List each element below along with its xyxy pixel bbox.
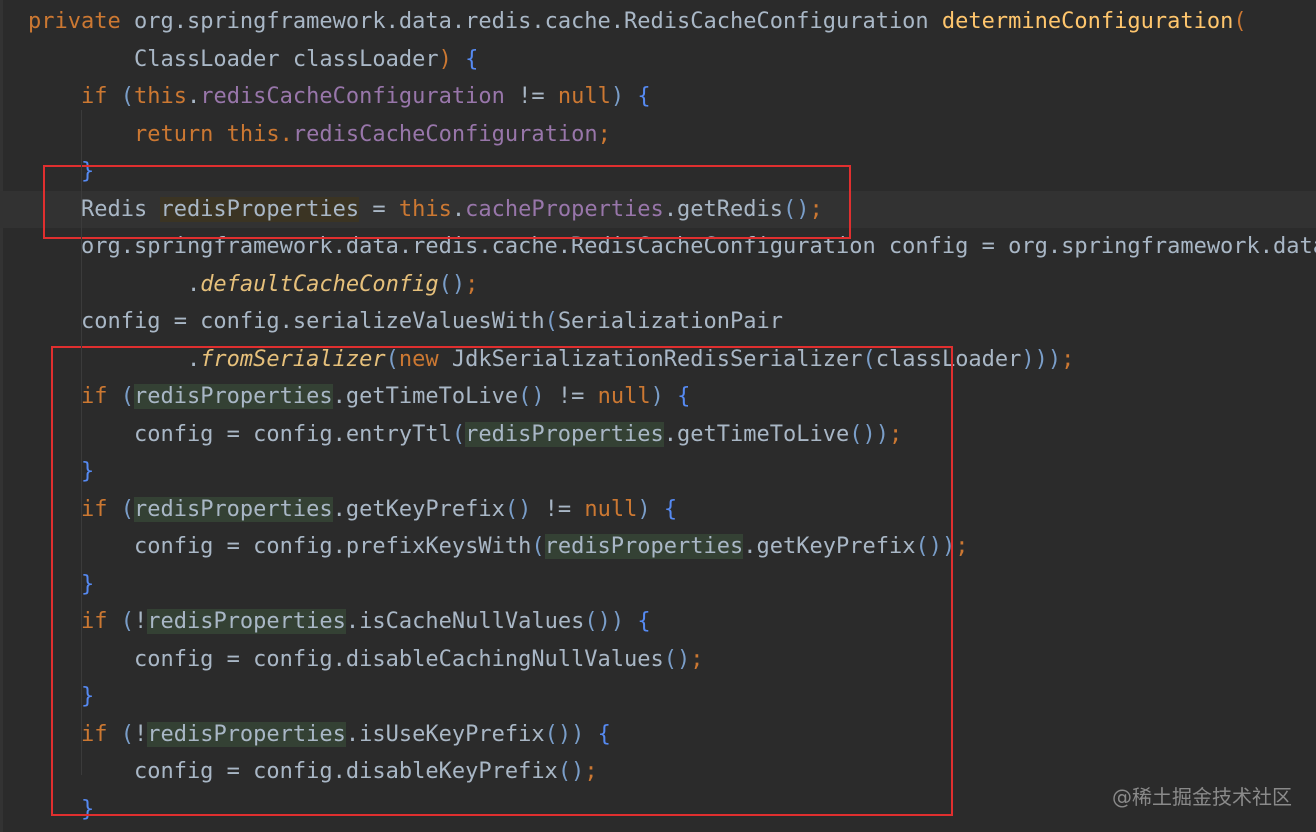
code-editor[interactable]: private org.springframework.data.redis.c…	[0, 0, 1316, 832]
code-token: config = config.serializeValuesWith	[28, 309, 545, 334]
code-token: this	[133, 84, 187, 109]
code-token: SerializationPair	[557, 309, 783, 334]
indent-guide	[81, 110, 82, 775]
code-token: (	[120, 84, 134, 109]
code-line[interactable]: ClassLoader classLoader) {	[0, 41, 1316, 79]
code-token: determineConfiguration	[941, 9, 1234, 34]
code-token: .	[279, 121, 293, 147]
code-token: {	[637, 84, 651, 109]
code-token: redisCacheConfiguration	[292, 121, 598, 147]
code-token: ClassLoader classLoader	[28, 46, 439, 72]
code-token: org.springframework.data.redis.cache.Red…	[133, 9, 942, 34]
code-token: (	[1233, 9, 1247, 34]
code-token: .	[28, 271, 201, 297]
code-token: return this	[28, 121, 280, 147]
code-token: if	[28, 84, 121, 109]
code-token: )	[610, 84, 638, 109]
code-line[interactable]: return this.redisCacheConfiguration;	[0, 116, 1316, 154]
code-token: ()	[438, 271, 466, 297]
code-line[interactable]: private org.springframework.data.redis.c…	[0, 3, 1316, 41]
code-token: )))	[1021, 346, 1062, 372]
code-line[interactable]: if (this.redisCacheConfiguration != null…	[0, 78, 1316, 116]
code-token: null	[557, 84, 611, 109]
code-token: ;	[465, 271, 479, 297]
highlight-box-config-block	[51, 346, 953, 816]
code-token: redisCacheConfiguration	[200, 84, 505, 109]
code-line[interactable]: .defaultCacheConfig();	[0, 266, 1316, 304]
code-token: (	[544, 309, 558, 334]
code-token: defaultCacheConfig	[200, 271, 439, 297]
code-token: ;	[597, 121, 611, 147]
code-line[interactable]: config = config.serializeValuesWith(Seri…	[0, 303, 1316, 341]
code-token: .	[186, 84, 201, 109]
watermark: @稀土掘金技术社区	[1112, 785, 1292, 809]
highlight-box-redis-properties	[43, 165, 851, 239]
code-token: {	[465, 46, 479, 72]
code-token: !=	[504, 84, 558, 109]
code-token: ;	[955, 534, 969, 559]
code-token: ;	[1061, 346, 1075, 372]
code-token: )	[438, 46, 466, 72]
code-token: private	[28, 9, 134, 34]
